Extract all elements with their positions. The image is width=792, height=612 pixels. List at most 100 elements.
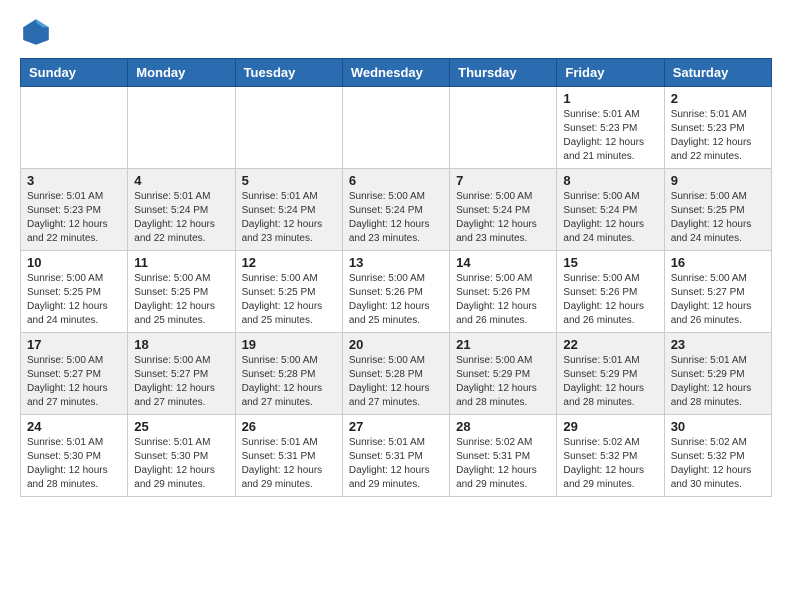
day-info: Sunrise: 5:00 AMSunset: 5:26 PMDaylight:…: [349, 272, 443, 328]
day-number: 14: [456, 255, 550, 270]
day-info: Sunrise: 5:00 AMSunset: 5:27 PMDaylight:…: [134, 354, 228, 410]
calendar-cell: 9 Sunrise: 5:00 AMSunset: 5:25 PMDaylight…: [664, 169, 771, 251]
day-number: 12: [242, 255, 336, 270]
day-info: Sunrise: 5:00 AMSunset: 5:28 PMDaylight:…: [242, 354, 336, 410]
day-number: 21: [456, 337, 550, 352]
day-number: 29: [563, 419, 657, 434]
day-number: 28: [456, 419, 550, 434]
calendar-cell: 15 Sunrise: 5:00 AMSunset: 5:26 PMDayligh…: [557, 251, 664, 333]
calendar-cell: 4 Sunrise: 5:01 AMSunset: 5:24 PMDaylight…: [128, 169, 235, 251]
weekday-header: Tuesday: [235, 59, 342, 87]
day-info: Sunrise: 5:00 AMSunset: 5:26 PMDaylight:…: [456, 272, 550, 328]
day-number: 13: [349, 255, 443, 270]
day-number: 6: [349, 173, 443, 188]
calendar-cell: [342, 87, 449, 169]
day-number: 1: [563, 91, 657, 106]
day-number: 7: [456, 173, 550, 188]
day-info: Sunrise: 5:01 AMSunset: 5:29 PMDaylight:…: [671, 354, 765, 410]
calendar-cell: 27Sunrise: 5:01 AMSunset: 5:31 PMDayligh…: [342, 415, 449, 497]
weekday-header: Thursday: [450, 59, 557, 87]
day-info: Sunrise: 5:00 AMSunset: 5:24 PMDaylight:…: [456, 190, 550, 246]
calendar-cell: 2Sunrise: 5:01 AMSunset: 5:23 PMDaylight…: [664, 87, 771, 169]
calendar-cell: 12 Sunrise: 5:00 AMSunset: 5:25 PMDayligh…: [235, 251, 342, 333]
day-info: Sunrise: 5:01 AMSunset: 5:31 PMDaylight:…: [242, 436, 336, 492]
day-number: 10: [27, 255, 121, 270]
weekday-header: Monday: [128, 59, 235, 87]
day-number: 4: [134, 173, 228, 188]
calendar-week-row: 24Sunrise: 5:01 AMSunset: 5:30 PMDayligh…: [21, 415, 772, 497]
day-info: Sunrise: 5:00 AMSunset: 5:25 PMDaylight:…: [671, 190, 765, 246]
calendar-cell: 16 Sunrise: 5:00 AMSunset: 5:27 PMDayligh…: [664, 251, 771, 333]
day-number: 5: [242, 173, 336, 188]
calendar-cell: 30Sunrise: 5:02 AMSunset: 5:32 PMDayligh…: [664, 415, 771, 497]
weekday-header: Friday: [557, 59, 664, 87]
day-info: Sunrise: 5:01 AMSunset: 5:30 PMDaylight:…: [134, 436, 228, 492]
day-number: 30: [671, 419, 765, 434]
day-info: Sunrise: 5:00 AMSunset: 5:24 PMDaylight:…: [349, 190, 443, 246]
day-info: Sunrise: 5:00 AMSunset: 5:25 PMDaylight:…: [242, 272, 336, 328]
day-info: Sunrise: 5:01 AMSunset: 5:30 PMDaylight:…: [27, 436, 121, 492]
day-info: Sunrise: 5:00 AMSunset: 5:25 PMDaylight:…: [27, 272, 121, 328]
day-info: Sunrise: 5:00 AMSunset: 5:29 PMDaylight:…: [456, 354, 550, 410]
day-info: Sunrise: 5:02 AMSunset: 5:31 PMDaylight:…: [456, 436, 550, 492]
day-number: 11: [134, 255, 228, 270]
day-info: Sunrise: 5:01 AMSunset: 5:23 PMDaylight:…: [563, 108, 657, 164]
day-info: Sunrise: 5:00 AMSunset: 5:25 PMDaylight:…: [134, 272, 228, 328]
calendar-cell: 21 Sunrise: 5:00 AMSunset: 5:29 PMDayligh…: [450, 333, 557, 415]
day-number: 2: [671, 91, 765, 106]
day-info: Sunrise: 5:01 AMSunset: 5:23 PMDaylight:…: [27, 190, 121, 246]
calendar-page: SundayMondayTuesdayWednesdayThursdayFrid…: [0, 0, 792, 513]
weekday-header: Saturday: [664, 59, 771, 87]
logo-icon: [20, 16, 52, 48]
calendar-week-row: 17Sunrise: 5:00 AMSunset: 5:27 PMDayligh…: [21, 333, 772, 415]
day-number: 15: [563, 255, 657, 270]
calendar-cell: 14 Sunrise: 5:00 AMSunset: 5:26 PMDayligh…: [450, 251, 557, 333]
day-info: Sunrise: 5:02 AMSunset: 5:32 PMDaylight:…: [563, 436, 657, 492]
day-info: Sunrise: 5:01 AMSunset: 5:24 PMDaylight:…: [134, 190, 228, 246]
calendar-cell: 6 Sunrise: 5:00 AMSunset: 5:24 PMDaylight…: [342, 169, 449, 251]
calendar-cell: 3 Sunrise: 5:01 AMSunset: 5:23 PMDaylight…: [21, 169, 128, 251]
calendar-week-row: 3 Sunrise: 5:01 AMSunset: 5:23 PMDaylight…: [21, 169, 772, 251]
calendar-cell: [21, 87, 128, 169]
weekday-header: Wednesday: [342, 59, 449, 87]
calendar-cell: [128, 87, 235, 169]
day-info: Sunrise: 5:00 AMSunset: 5:27 PMDaylight:…: [671, 272, 765, 328]
day-info: Sunrise: 5:00 AMSunset: 5:27 PMDaylight:…: [27, 354, 121, 410]
calendar-cell: 20Sunrise: 5:00 AMSunset: 5:28 PMDayligh…: [342, 333, 449, 415]
day-info: Sunrise: 5:01 AMSunset: 5:29 PMDaylight:…: [563, 354, 657, 410]
day-number: 22: [563, 337, 657, 352]
calendar-cell: 22 Sunrise: 5:01 AMSunset: 5:29 PMDayligh…: [557, 333, 664, 415]
calendar-cell: 17Sunrise: 5:00 AMSunset: 5:27 PMDayligh…: [21, 333, 128, 415]
day-number: 25: [134, 419, 228, 434]
day-info: Sunrise: 5:00 AMSunset: 5:26 PMDaylight:…: [563, 272, 657, 328]
calendar-cell: 11 Sunrise: 5:00 AMSunset: 5:25 PMDayligh…: [128, 251, 235, 333]
calendar-cell: 7 Sunrise: 5:00 AMSunset: 5:24 PMDaylight…: [450, 169, 557, 251]
day-info: Sunrise: 5:01 AMSunset: 5:24 PMDaylight:…: [242, 190, 336, 246]
day-number: 19: [242, 337, 336, 352]
day-number: 23: [671, 337, 765, 352]
calendar-cell: 24Sunrise: 5:01 AMSunset: 5:30 PMDayligh…: [21, 415, 128, 497]
calendar-cell: 1 Sunrise: 5:01 AMSunset: 5:23 PMDaylight…: [557, 87, 664, 169]
calendar-cell: 13 Sunrise: 5:00 AMSunset: 5:26 PMDayligh…: [342, 251, 449, 333]
calendar-cell: 29 Sunrise: 5:02 AMSunset: 5:32 PMDayligh…: [557, 415, 664, 497]
weekday-header: Sunday: [21, 59, 128, 87]
day-number: 9: [671, 173, 765, 188]
day-info: Sunrise: 5:00 AMSunset: 5:28 PMDaylight:…: [349, 354, 443, 410]
calendar-cell: [450, 87, 557, 169]
day-number: 26: [242, 419, 336, 434]
calendar-week-row: 1 Sunrise: 5:01 AMSunset: 5:23 PMDaylight…: [21, 87, 772, 169]
logo: [20, 16, 58, 48]
day-number: 18: [134, 337, 228, 352]
day-info: Sunrise: 5:01 AMSunset: 5:31 PMDaylight:…: [349, 436, 443, 492]
calendar-cell: 25 Sunrise: 5:01 AMSunset: 5:30 PMDayligh…: [128, 415, 235, 497]
calendar-cell: 28 Sunrise: 5:02 AMSunset: 5:31 PMDayligh…: [450, 415, 557, 497]
calendar-cell: 18 Sunrise: 5:00 AMSunset: 5:27 PMDayligh…: [128, 333, 235, 415]
calendar-cell: 5 Sunrise: 5:01 AMSunset: 5:24 PMDaylight…: [235, 169, 342, 251]
calendar-header-row: SundayMondayTuesdayWednesdayThursdayFrid…: [21, 59, 772, 87]
calendar-cell: 10 Sunrise: 5:00 AMSunset: 5:25 PMDayligh…: [21, 251, 128, 333]
calendar-cell: 26 Sunrise: 5:01 AMSunset: 5:31 PMDayligh…: [235, 415, 342, 497]
calendar-cell: [235, 87, 342, 169]
calendar-cell: 19 Sunrise: 5:00 AMSunset: 5:28 PMDayligh…: [235, 333, 342, 415]
day-number: 16: [671, 255, 765, 270]
day-number: 3: [27, 173, 121, 188]
